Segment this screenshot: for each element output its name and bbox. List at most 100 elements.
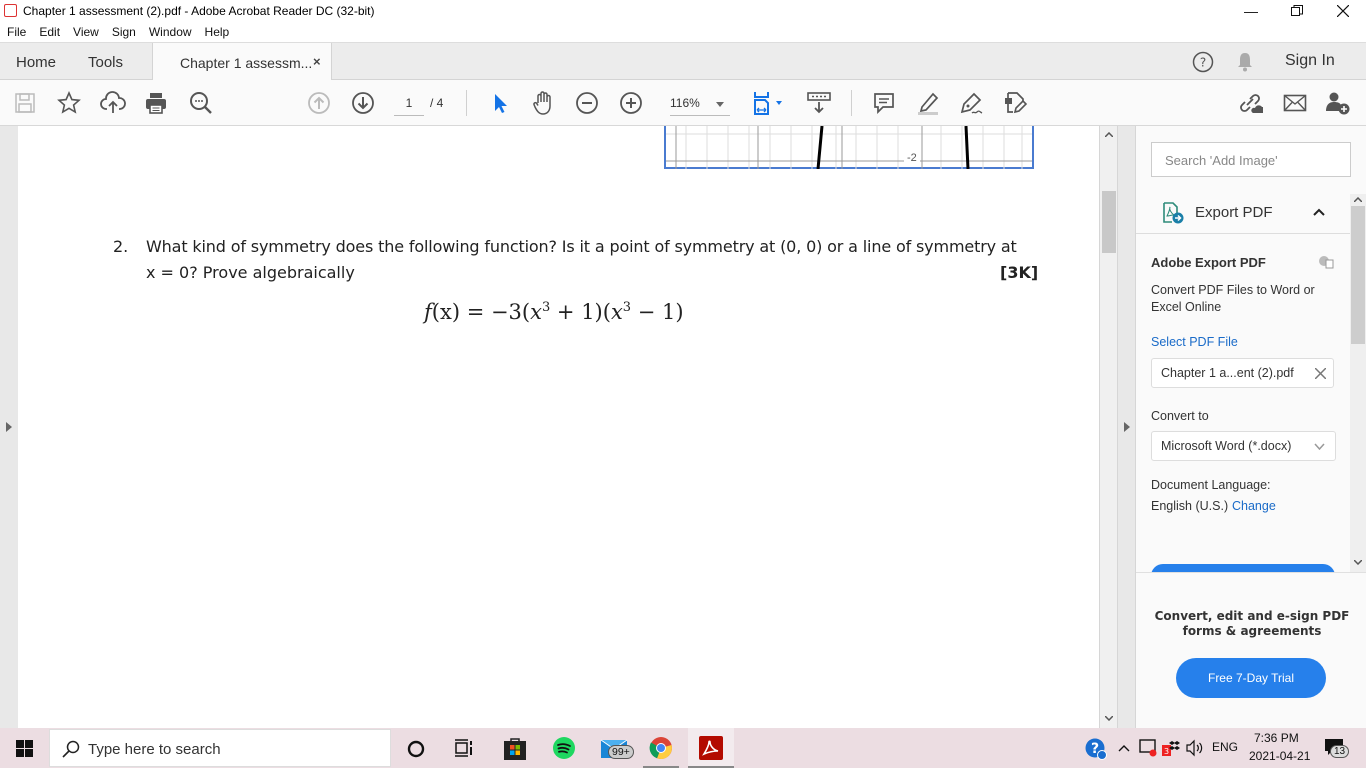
fit-page-button[interactable] (752, 90, 786, 116)
comment-button[interactable] (871, 90, 897, 116)
tab-home[interactable]: Home (16, 54, 56, 71)
convert-to-value: Microsoft Word (*.docx) (1161, 439, 1292, 453)
scroll-down-icon[interactable] (1354, 560, 1362, 565)
scrollbar-thumb[interactable] (1102, 191, 1116, 253)
upload-button[interactable] (100, 90, 126, 116)
zoom-level-value: 116% (670, 96, 700, 110)
select-pdf-file-link[interactable]: Select PDF File (1151, 335, 1238, 349)
zoom-in-button[interactable] (618, 90, 644, 116)
windows-taskbar: Type here to search 99+ ? 3 ENG 7:36 PM … (0, 728, 1366, 768)
scroll-mode-button[interactable] (806, 90, 832, 116)
task-view-button[interactable] (454, 739, 474, 757)
question-marks: [3K] (1000, 263, 1039, 282)
share-link-button[interactable] (1237, 90, 1263, 116)
menu-window[interactable]: Window (149, 25, 192, 39)
bookmark-button[interactable] (56, 90, 82, 116)
windows-logo-icon (16, 740, 33, 757)
highlight-button[interactable] (915, 90, 941, 116)
free-trial-button[interactable]: Free 7-Day Trial (1176, 658, 1326, 698)
previous-page-button[interactable] (306, 90, 332, 116)
export-pdf-title: Export PDF (1195, 204, 1273, 221)
scrollbar-thumb[interactable] (1351, 206, 1365, 344)
hand-tool-button[interactable] (530, 90, 556, 116)
clock-date[interactable]: 2021-04-21 (1249, 749, 1310, 763)
arrow-up-circle-icon (308, 92, 330, 114)
show-hidden-icons-chevron-icon[interactable] (1118, 744, 1130, 752)
sign-in-button[interactable]: Sign In (1285, 52, 1335, 70)
scroll-down-icon[interactable] (1105, 716, 1113, 721)
taskbar-mail-app[interactable]: 99+ (600, 736, 636, 760)
scroll-up-icon[interactable] (1105, 132, 1113, 137)
print-button[interactable] (143, 90, 169, 116)
link-cloud-icon (1240, 94, 1263, 113)
cortana-button[interactable] (407, 740, 425, 758)
menu-view[interactable]: View (73, 25, 99, 39)
question-number: 2. (113, 237, 129, 256)
change-language-link[interactable]: Change (1232, 499, 1276, 513)
dropbox-icon: 3 (1162, 741, 1180, 756)
tab-document[interactable]: Chapter 1 assessm... × (152, 43, 332, 81)
spotify-icon (553, 737, 575, 759)
menu-help[interactable]: Help (205, 25, 230, 39)
volume-button[interactable] (1185, 739, 1205, 757)
notification-count: 13 (1330, 745, 1350, 758)
document-scrollbar[interactable] (1099, 126, 1117, 728)
scroll-up-icon[interactable] (1354, 197, 1362, 202)
convert-to-select[interactable]: Microsoft Word (*.docx) (1151, 431, 1336, 461)
acrobat-app-icon (4, 4, 17, 17)
collapse-right-pane-button[interactable] (1124, 422, 1130, 432)
zoom-level-dropdown[interactable]: 116% (670, 94, 730, 116)
chevron-down-icon (716, 102, 724, 107)
next-page-button[interactable] (350, 90, 376, 116)
minimize-button[interactable]: — (1228, 0, 1274, 22)
menu-edit[interactable]: Edit (39, 25, 60, 39)
input-language[interactable]: ENG (1212, 740, 1238, 754)
title-bar: Chapter 1 assessment (2).pdf - Adobe Acr… (0, 0, 1366, 22)
selected-file-name: Chapter 1 a...ent (2).pdf (1161, 366, 1294, 380)
tray-screen-app[interactable] (1139, 739, 1157, 757)
taskbar-search-box[interactable]: Type here to search (49, 729, 391, 767)
help-tray-icon[interactable]: ? (1085, 738, 1107, 760)
document-language-value: English (U.S.) (1151, 499, 1229, 513)
close-window-button[interactable] (1320, 0, 1366, 22)
fit-width-icon (754, 92, 782, 115)
tab-close-button[interactable]: × (313, 54, 321, 69)
store-bag-icon (504, 738, 526, 760)
taskbar-acrobat-app[interactable] (688, 728, 734, 768)
tray-dropbox-app[interactable]: 3 (1162, 739, 1180, 757)
taskbar-store-app[interactable] (503, 736, 527, 760)
menu-file[interactable]: File (7, 25, 26, 39)
start-button[interactable] (16, 740, 33, 757)
taskbar-search-placeholder: Type here to search (88, 741, 221, 758)
help-button[interactable]: ? (1192, 51, 1214, 73)
screen-share-icon (1139, 739, 1157, 757)
page-number-input[interactable]: 1 (394, 94, 424, 116)
sign-button[interactable] (958, 90, 984, 116)
formula-end: − 1) (631, 300, 684, 324)
select-tool-button[interactable] (487, 90, 513, 116)
restore-button[interactable] (1274, 0, 1320, 22)
taskbar-chrome-app[interactable] (649, 736, 673, 760)
formula-mid: + 1)( (550, 300, 611, 324)
expand-left-pane-button[interactable] (6, 422, 12, 432)
zoom-out-button[interactable] (574, 90, 600, 116)
tab-tools[interactable]: Tools (88, 54, 123, 71)
remove-file-icon[interactable] (1315, 368, 1326, 379)
chevron-up-icon[interactable] (1313, 208, 1325, 216)
clock-time[interactable]: 7:36 PM (1254, 731, 1299, 745)
edit-pdf-button[interactable] (1002, 90, 1028, 116)
find-button[interactable] (188, 90, 214, 116)
notifications-button[interactable] (1235, 51, 1255, 73)
tools-search-input[interactable]: Search 'Add Image' (1151, 142, 1351, 177)
taskbar-spotify-app[interactable] (552, 736, 576, 760)
action-center-button[interactable]: 13 (1324, 738, 1350, 758)
menu-sign[interactable]: Sign (112, 25, 136, 39)
add-user-button[interactable] (1325, 90, 1351, 116)
formula-x2: x (610, 300, 623, 324)
save-button[interactable] (12, 90, 38, 116)
help-icon: ? (1192, 51, 1214, 73)
export-pdf-header[interactable]: Export PDF (1136, 194, 1350, 234)
selected-file-field[interactable]: Chapter 1 a...ent (2).pdf (1151, 358, 1334, 388)
email-button[interactable] (1282, 90, 1308, 116)
question-text-line1: What kind of symmetry does the following… (146, 237, 1017, 256)
